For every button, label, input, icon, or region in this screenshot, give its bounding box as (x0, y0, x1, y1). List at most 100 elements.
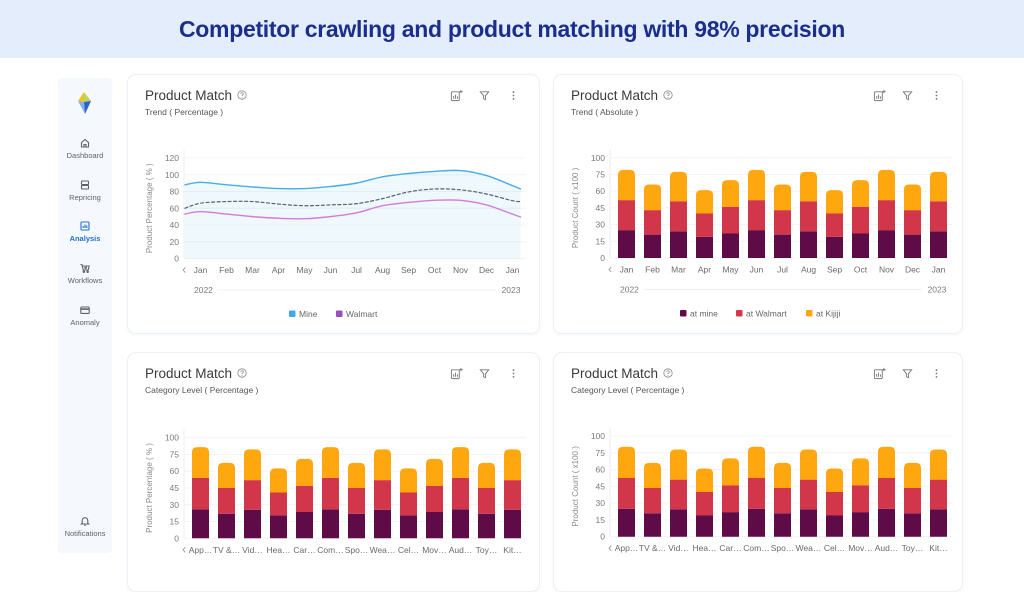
bar-segment-at-kijiji (644, 462, 661, 489)
x-tick-label: Mov… (422, 545, 447, 555)
bar-segment-at-kijiji (878, 446, 895, 478)
bar-segment-at-mine (618, 508, 635, 537)
bar-stack (748, 446, 765, 537)
legend-item-walmart[interactable]: Walmart (336, 309, 378, 319)
sidebar-item-notifications[interactable]: Notifications (58, 515, 112, 538)
bar-segment-at-kijiji (618, 446, 635, 478)
cart-icon (80, 263, 90, 273)
y-axis-title: Product Percentage ( % ) (145, 163, 154, 253)
bar-segment-at-kijiji (618, 169, 635, 201)
bar-stack (852, 458, 869, 537)
bar-segment-at-walmart (618, 477, 635, 509)
bar-stack (192, 447, 209, 539)
bar-segment-at-mine (748, 230, 765, 258)
legend-label: at mine (690, 309, 718, 319)
y-tick-label: 45 (596, 203, 606, 213)
legend-label: at Walmart (746, 309, 787, 319)
x-tick-label: Jan (932, 265, 946, 275)
bar-stack (696, 468, 713, 537)
bar-segment-at-mine (644, 513, 661, 537)
bar-segment-at-kijiji (852, 458, 869, 486)
legend-item-at-kijiji[interactable]: at Kijiji (806, 309, 841, 319)
bar-segment-at-kijiji (348, 462, 365, 488)
bar-segment-at-kijiji (374, 449, 391, 481)
bar-segment-at-mine (644, 234, 661, 258)
bar-segment-at-mine (826, 236, 843, 258)
sidebar-item-analysis[interactable]: Analysis (58, 220, 112, 243)
x-tick-label: Vid… (242, 545, 263, 555)
chevron-left-icon[interactable] (182, 267, 186, 273)
bar-segment-at-kijiji (670, 449, 687, 480)
bar-segment-at-walmart (826, 213, 843, 237)
chevron-left-icon[interactable] (182, 546, 186, 553)
y-tick-label: 75 (170, 449, 180, 459)
chevron-left-icon[interactable] (608, 545, 612, 552)
bar-segment-at-mine (930, 509, 947, 537)
bar-stack (774, 462, 791, 537)
bar-segment-at-kijiji (192, 447, 209, 478)
legend-label: Mine (299, 309, 318, 319)
bar-stack (904, 462, 921, 537)
legend-item-at-walmart[interactable]: at Walmart (736, 309, 787, 319)
bar-segment-at-walmart (774, 488, 791, 514)
x-tick-label: Wea… (796, 543, 822, 553)
bar-segment-at-kijiji (904, 462, 921, 489)
bar-segment-at-mine (800, 231, 817, 258)
legend-item-at-mine[interactable]: at mine (680, 309, 718, 319)
bar-segment-at-kijiji (218, 462, 235, 488)
y-tick-label: 75 (596, 448, 606, 458)
bar-segment-at-walmart (426, 485, 443, 513)
bar-segment-at-kijiji (878, 169, 895, 201)
legend-item-mine[interactable]: Mine (289, 309, 318, 319)
bar-segment-at-mine (696, 515, 713, 537)
bar-segment-at-kijiji (696, 190, 713, 214)
sidebar-item-repricing[interactable]: Repricing (58, 179, 112, 202)
card-trend-absolute: Product Match Trend ( Absolute ) 0 15 30 45… (553, 74, 963, 334)
bar-stack (722, 180, 739, 258)
bar-segment-at-mine (400, 515, 417, 539)
bar-segment-at-walmart (348, 487, 365, 514)
bar-segment-at-mine (878, 230, 895, 258)
legend-swatch (736, 310, 743, 317)
sidebar-item-anomaly[interactable]: Anomaly (58, 304, 112, 327)
gem-logo-icon[interactable] (73, 91, 97, 115)
bar-segment-at-walmart (296, 485, 313, 513)
x-tick-label: Hea… (266, 545, 290, 555)
bar-segment-at-walmart (244, 480, 261, 510)
x-tick-label: Car… (719, 543, 741, 553)
bar-segment-at-kijiji (478, 462, 495, 488)
bar-stack (504, 449, 521, 539)
sidebar-item-label: Dashboard (66, 151, 104, 160)
bar-segment-at-kijiji (904, 184, 921, 211)
x-tick-label: Sep (401, 265, 416, 275)
bar-stack (878, 169, 895, 258)
y-axis-title: Product Count ( x100 ) (571, 167, 580, 248)
x-tick-label: TV &… (213, 545, 240, 555)
chevron-left-icon[interactable] (608, 266, 612, 273)
sidebar-item-label: Workflows (67, 276, 103, 285)
credit-card-icon (80, 306, 90, 314)
bar-segment-at-kijiji (426, 458, 443, 486)
bar-stack (644, 462, 661, 537)
bar-segment-at-walmart (670, 479, 687, 510)
bar-segment-at-walmart (192, 477, 209, 510)
y-tick-label: 100 (165, 433, 179, 443)
y-tick-label: 60 (596, 186, 606, 196)
bar-segment-at-kijiji (774, 462, 791, 489)
y-tick-label: 75 (596, 170, 606, 180)
x-tick-label: App… (615, 543, 639, 553)
bar-segment-at-kijiji (644, 184, 661, 211)
y-tick-label: 60 (170, 203, 180, 213)
x-tick-label: Aug (801, 265, 816, 275)
bar-segment-at-mine (244, 509, 261, 539)
bar-segment-at-walmart (696, 491, 713, 516)
x-tick-label: Wea… (370, 545, 396, 555)
x-tick-label: Jun (750, 265, 764, 275)
sidebar-item-dashboard[interactable]: Dashboard (58, 137, 112, 160)
x-tick-label: Mar (671, 265, 686, 275)
x-tick-label: Cel… (398, 545, 419, 555)
bar-segment-at-walmart (826, 491, 843, 516)
sidebar-item-workflows[interactable]: Workflows (58, 262, 112, 285)
sidebar-item-label: Notifications (64, 529, 106, 538)
analysis-icon (80, 221, 90, 231)
